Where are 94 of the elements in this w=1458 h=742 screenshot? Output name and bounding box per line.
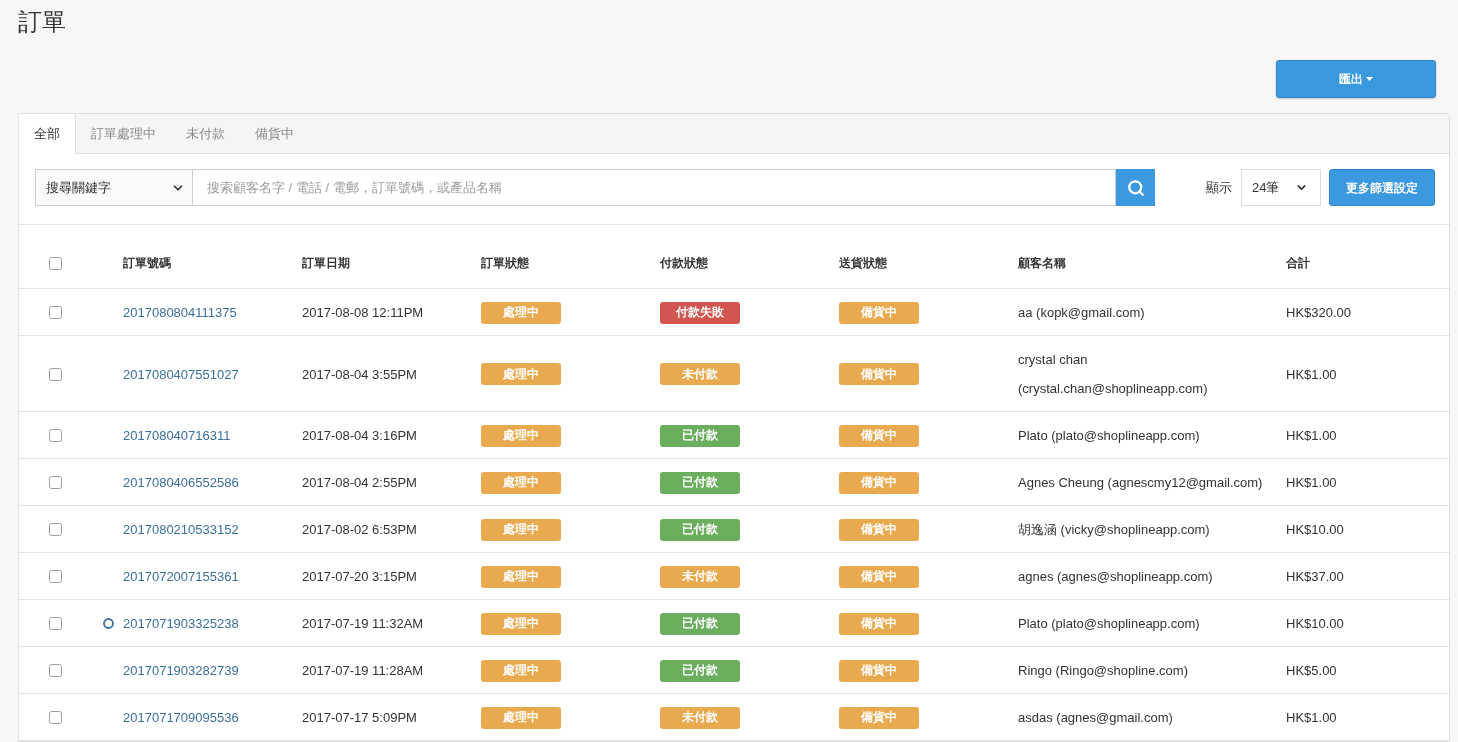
more-filters-button[interactable]: 更多篩選設定 bbox=[1329, 169, 1435, 206]
row-checkbox[interactable] bbox=[49, 476, 62, 489]
order-status-badge: 處理中 bbox=[481, 659, 561, 682]
column-header: 付款狀態 bbox=[660, 256, 708, 270]
order-date: 2017-07-20 3:15PM bbox=[302, 569, 417, 584]
order-total: HK$1.00 bbox=[1286, 710, 1337, 725]
search-button[interactable] bbox=[1116, 169, 1155, 206]
payment-status-badge: 已付款 bbox=[660, 659, 740, 682]
column-header: 訂單狀態 bbox=[481, 256, 529, 270]
order-total: HK$1.00 bbox=[1286, 428, 1337, 443]
delivery-status-badge: 備貨中 bbox=[839, 424, 919, 447]
order-date: 2017-07-17 5:09PM bbox=[302, 710, 417, 725]
order-number-link[interactable]: 2017072007155361 bbox=[123, 562, 239, 591]
customer-name: Plato (plato@shoplineapp.com) bbox=[1018, 427, 1200, 445]
tab[interactable]: 訂單處理中 bbox=[76, 114, 171, 153]
row-checkbox[interactable] bbox=[49, 367, 62, 381]
caret-icon bbox=[1366, 77, 1373, 81]
payment-status-badge: 未付款 bbox=[660, 363, 740, 385]
column-header: 訂單號碼 bbox=[123, 256, 171, 270]
tab[interactable]: 未付款 bbox=[171, 114, 240, 153]
column-header: 送貨狀態 bbox=[839, 256, 887, 270]
order-status-badge: 處理中 bbox=[481, 612, 561, 635]
search-icon bbox=[1126, 178, 1145, 197]
customer-name: Agnes Cheung (agnescmy12@gmail.com) bbox=[1018, 474, 1263, 492]
column-header: 顧客名稱 bbox=[1018, 256, 1066, 270]
payment-status-badge: 已付款 bbox=[660, 471, 740, 494]
row-checkbox[interactable] bbox=[49, 711, 62, 724]
delivery-status-badge: 備貨中 bbox=[839, 471, 919, 494]
order-number-link[interactable]: 2017080406552586 bbox=[123, 468, 239, 497]
order-date: 2017-07-19 11:32AM bbox=[302, 616, 424, 631]
customer-name: agnes (agnes@shoplineapp.com) bbox=[1018, 568, 1213, 586]
customer-name: Ringo (Ringo@shopline.com) bbox=[1018, 662, 1188, 680]
order-date: 2017-07-19 11:28AM bbox=[302, 663, 424, 678]
order-number-link[interactable]: 2017080804111375 bbox=[123, 298, 237, 327]
row-checkbox[interactable] bbox=[49, 664, 62, 677]
row-checkbox[interactable] bbox=[49, 429, 62, 442]
order-total: HK$1.00 bbox=[1286, 366, 1337, 382]
order-date: 2017-08-02 6:53PM bbox=[302, 522, 417, 537]
order-date: 2017-08-04 3:16PM bbox=[302, 428, 417, 443]
customer-name: asdas (agnes@gmail.com) bbox=[1018, 709, 1173, 727]
order-total: HK$10.00 bbox=[1286, 616, 1344, 631]
delivery-status-badge: 備貨中 bbox=[839, 612, 919, 635]
delivery-status-badge: 備貨中 bbox=[839, 706, 919, 729]
delivery-status-badge: 備貨中 bbox=[839, 301, 919, 324]
payment-status-badge: 未付款 bbox=[660, 706, 740, 729]
row-checkbox[interactable] bbox=[49, 523, 62, 536]
customer-name: crystal chan (crystal.chan@shoplineapp.com) bbox=[1018, 351, 1209, 398]
tab[interactable]: 備貨中 bbox=[240, 114, 309, 153]
search-input[interactable]: 搜索顧客名字 / 電話 / 電郵，訂單號碼，或產品名稱 bbox=[193, 169, 1116, 206]
column-header: 訂單日期 bbox=[302, 256, 350, 270]
order-status-badge: 處理中 bbox=[481, 363, 561, 385]
order-total: HK$1.00 bbox=[1286, 475, 1337, 490]
page-title: 訂單 bbox=[18, 7, 66, 37]
delivery-status-badge: 備貨中 bbox=[839, 565, 919, 588]
order-number-link[interactable]: 2017071903325238 bbox=[123, 609, 239, 638]
order-date: 2017-08-08 12:11PM bbox=[302, 305, 424, 320]
order-status-badge: 處理中 bbox=[481, 301, 561, 324]
order-total: HK$10.00 bbox=[1286, 522, 1344, 537]
row-checkbox[interactable] bbox=[49, 617, 62, 630]
payment-status-badge: 已付款 bbox=[660, 424, 740, 447]
order-number-link[interactable]: 201708040716311 bbox=[123, 421, 231, 450]
order-total: HK$5.00 bbox=[1286, 663, 1337, 678]
delivery-status-badge: 備貨中 bbox=[839, 363, 919, 385]
order-status-badge: 處理中 bbox=[481, 706, 561, 729]
order-status-badge: 處理中 bbox=[481, 471, 561, 494]
order-number-link[interactable]: 2017080407551027 bbox=[123, 359, 239, 389]
order-number-link[interactable]: 2017071903282739 bbox=[123, 656, 239, 685]
order-date: 2017-08-04 3:55PM bbox=[302, 366, 417, 382]
order-number-link[interactable]: 2017071709095536 bbox=[123, 703, 239, 732]
order-status-badge: 處理中 bbox=[481, 424, 561, 447]
customer-name: 胡逸涵 (vicky@shoplineapp.com) bbox=[1018, 521, 1210, 539]
export-button[interactable]: 匯出 bbox=[1276, 60, 1436, 98]
payment-status-badge: 付款失敗 bbox=[660, 301, 740, 324]
search-type-select[interactable]: 搜尋關鍵字 bbox=[35, 169, 193, 206]
page-size-select[interactable]: 24筆 bbox=[1241, 169, 1321, 206]
order-status-badge: 處理中 bbox=[481, 518, 561, 541]
select-all-checkbox[interactable] bbox=[49, 256, 62, 270]
order-number-link[interactable]: 2017080210533152 bbox=[123, 515, 239, 544]
row-checkbox[interactable] bbox=[49, 570, 62, 583]
customer-name: aa (kopk@gmail.com) bbox=[1018, 304, 1145, 322]
order-status-badge: 處理中 bbox=[481, 565, 561, 588]
payment-status-badge: 已付款 bbox=[660, 612, 740, 635]
delivery-status-badge: 備貨中 bbox=[839, 659, 919, 682]
payment-status-badge: 已付款 bbox=[660, 518, 740, 541]
delivery-status-badge: 備貨中 bbox=[839, 518, 919, 541]
customer-name: Plato (plato@shoplineapp.com) bbox=[1018, 615, 1200, 633]
order-total: HK$37.00 bbox=[1286, 569, 1344, 584]
row-checkbox[interactable] bbox=[49, 306, 62, 319]
column-header: 合計 bbox=[1286, 256, 1310, 270]
order-date: 2017-08-04 2:55PM bbox=[302, 475, 417, 490]
payment-status-badge: 未付款 bbox=[660, 565, 740, 588]
page-size-label: 顯示 bbox=[1206, 178, 1232, 197]
order-total: HK$320.00 bbox=[1286, 305, 1352, 320]
tab[interactable]: 全部 bbox=[19, 114, 76, 154]
